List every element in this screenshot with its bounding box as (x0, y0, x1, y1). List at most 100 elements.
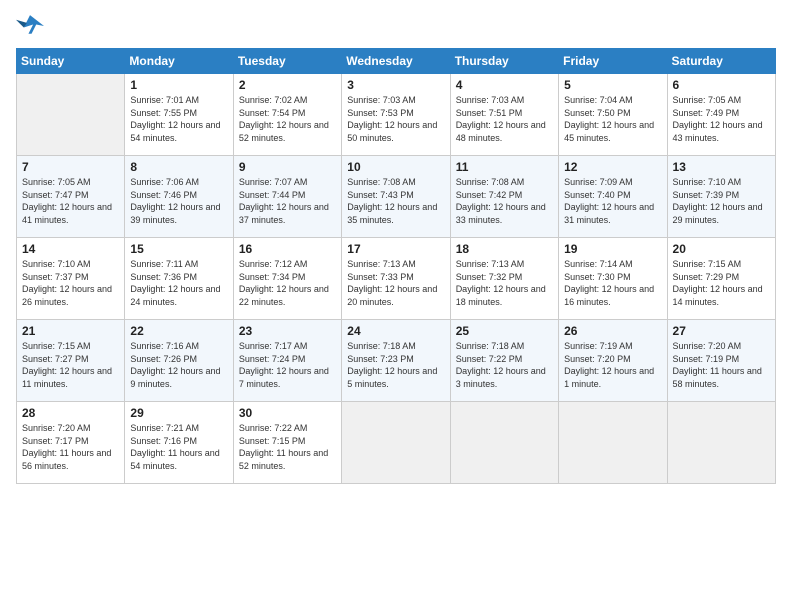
day-info: Sunrise: 7:14 AMSunset: 7:30 PMDaylight:… (564, 258, 661, 308)
weekday-header-row: SundayMondayTuesdayWednesdayThursdayFrid… (17, 49, 776, 74)
day-info: Sunrise: 7:05 AMSunset: 7:49 PMDaylight:… (673, 94, 770, 144)
calendar-cell: 27 Sunrise: 7:20 AMSunset: 7:19 PMDayligh… (667, 320, 775, 402)
day-number: 7 (22, 160, 119, 174)
calendar-cell: 21 Sunrise: 7:15 AMSunset: 7:27 PMDayligh… (17, 320, 125, 402)
calendar-week-row: 7 Sunrise: 7:05 AMSunset: 7:47 PMDaylight… (17, 156, 776, 238)
calendar-cell: 18 Sunrise: 7:13 AMSunset: 7:32 PMDayligh… (450, 238, 558, 320)
day-number: 18 (456, 242, 553, 256)
calendar-cell: 19 Sunrise: 7:14 AMSunset: 7:30 PMDayligh… (559, 238, 667, 320)
weekday-header-tuesday: Tuesday (233, 49, 341, 74)
day-info: Sunrise: 7:19 AMSunset: 7:20 PMDaylight:… (564, 340, 661, 390)
calendar-cell: 10 Sunrise: 7:08 AMSunset: 7:43 PMDayligh… (342, 156, 450, 238)
day-info: Sunrise: 7:13 AMSunset: 7:33 PMDaylight:… (347, 258, 444, 308)
logo (16, 12, 48, 40)
weekday-header-wednesday: Wednesday (342, 49, 450, 74)
day-number: 12 (564, 160, 661, 174)
day-number: 9 (239, 160, 336, 174)
calendar-cell: 15 Sunrise: 7:11 AMSunset: 7:36 PMDayligh… (125, 238, 233, 320)
calendar-cell: 16 Sunrise: 7:12 AMSunset: 7:34 PMDayligh… (233, 238, 341, 320)
calendar-cell (450, 402, 558, 484)
day-number: 19 (564, 242, 661, 256)
weekday-header-monday: Monday (125, 49, 233, 74)
calendar-cell: 29Sunrise: 7:21 AMSunset: 7:16 PMDayligh… (125, 402, 233, 484)
day-number: 13 (673, 160, 770, 174)
day-info: Sunrise: 7:20 AMSunset: 7:17 PMDaylight:… (22, 422, 119, 472)
day-info: Sunrise: 7:03 AMSunset: 7:51 PMDaylight:… (456, 94, 553, 144)
day-info: Sunrise: 7:05 AMSunset: 7:47 PMDaylight:… (22, 176, 119, 226)
page-header (16, 12, 776, 40)
day-info: Sunrise: 7:21 AMSunset: 7:16 PMDaylight:… (130, 422, 227, 472)
weekday-header-sunday: Sunday (17, 49, 125, 74)
calendar-cell: 6Sunrise: 7:05 AMSunset: 7:49 PMDaylight… (667, 74, 775, 156)
day-info: Sunrise: 7:10 AMSunset: 7:39 PMDaylight:… (673, 176, 770, 226)
calendar-page: SundayMondayTuesdayWednesdayThursdayFrid… (0, 0, 792, 612)
calendar-cell: 22 Sunrise: 7:16 AMSunset: 7:26 PMDayligh… (125, 320, 233, 402)
day-info: Sunrise: 7:06 AMSunset: 7:46 PMDaylight:… (130, 176, 227, 226)
day-info: Sunrise: 7:22 AMSunset: 7:15 PMDaylight:… (239, 422, 336, 472)
day-info: Sunrise: 7:07 AMSunset: 7:44 PMDaylight:… (239, 176, 336, 226)
day-info: Sunrise: 7:08 AMSunset: 7:43 PMDaylight:… (347, 176, 444, 226)
day-info: Sunrise: 7:04 AMSunset: 7:50 PMDaylight:… (564, 94, 661, 144)
day-number: 25 (456, 324, 553, 338)
day-number: 14 (22, 242, 119, 256)
calendar-cell: 8 Sunrise: 7:06 AMSunset: 7:46 PMDaylight… (125, 156, 233, 238)
day-number: 21 (22, 324, 119, 338)
day-info: Sunrise: 7:01 AMSunset: 7:55 PMDaylight:… (130, 94, 227, 144)
calendar-cell: 1Sunrise: 7:01 AMSunset: 7:55 PMDaylight… (125, 74, 233, 156)
calendar-cell: 25 Sunrise: 7:18 AMSunset: 7:22 PMDayligh… (450, 320, 558, 402)
calendar-cell: 30 Sunrise: 7:22 AMSunset: 7:15 PMDayligh… (233, 402, 341, 484)
calendar-table: SundayMondayTuesdayWednesdayThursdayFrid… (16, 48, 776, 484)
day-info: Sunrise: 7:17 AMSunset: 7:24 PMDaylight:… (239, 340, 336, 390)
day-number: 3 (347, 78, 444, 92)
calendar-cell: 11 Sunrise: 7:08 AMSunset: 7:42 PMDayligh… (450, 156, 558, 238)
day-info: Sunrise: 7:12 AMSunset: 7:34 PMDaylight:… (239, 258, 336, 308)
day-number: 27 (673, 324, 770, 338)
day-info: Sunrise: 7:20 AMSunset: 7:19 PMDaylight:… (673, 340, 770, 390)
day-info: Sunrise: 7:18 AMSunset: 7:22 PMDaylight:… (456, 340, 553, 390)
calendar-cell: 17 Sunrise: 7:13 AMSunset: 7:33 PMDayligh… (342, 238, 450, 320)
day-number: 10 (347, 160, 444, 174)
calendar-cell: 9 Sunrise: 7:07 AMSunset: 7:44 PMDaylight… (233, 156, 341, 238)
day-number: 2 (239, 78, 336, 92)
calendar-cell: 23Sunrise: 7:17 AMSunset: 7:24 PMDayligh… (233, 320, 341, 402)
calendar-cell: 24 Sunrise: 7:18 AMSunset: 7:23 PMDayligh… (342, 320, 450, 402)
calendar-cell: 5 Sunrise: 7:04 AMSunset: 7:50 PMDaylight… (559, 74, 667, 156)
day-info: Sunrise: 7:08 AMSunset: 7:42 PMDaylight:… (456, 176, 553, 226)
day-number: 4 (456, 78, 553, 92)
day-number: 16 (239, 242, 336, 256)
day-number: 22 (130, 324, 227, 338)
calendar-cell: 12 Sunrise: 7:09 AMSunset: 7:40 PMDayligh… (559, 156, 667, 238)
calendar-cell: 7 Sunrise: 7:05 AMSunset: 7:47 PMDaylight… (17, 156, 125, 238)
calendar-cell: 28 Sunrise: 7:20 AMSunset: 7:17 PMDayligh… (17, 402, 125, 484)
calendar-week-row: 21 Sunrise: 7:15 AMSunset: 7:27 PMDayligh… (17, 320, 776, 402)
calendar-cell (342, 402, 450, 484)
calendar-cell (17, 74, 125, 156)
calendar-cell: 2 Sunrise: 7:02 AMSunset: 7:54 PMDaylight… (233, 74, 341, 156)
day-info: Sunrise: 7:13 AMSunset: 7:32 PMDaylight:… (456, 258, 553, 308)
day-info: Sunrise: 7:16 AMSunset: 7:26 PMDaylight:… (130, 340, 227, 390)
day-number: 11 (456, 160, 553, 174)
day-number: 28 (22, 406, 119, 420)
day-info: Sunrise: 7:11 AMSunset: 7:36 PMDaylight:… (130, 258, 227, 308)
day-info: Sunrise: 7:10 AMSunset: 7:37 PMDaylight:… (22, 258, 119, 308)
day-number: 26 (564, 324, 661, 338)
calendar-cell: 4 Sunrise: 7:03 AMSunset: 7:51 PMDaylight… (450, 74, 558, 156)
day-number: 17 (347, 242, 444, 256)
day-info: Sunrise: 7:03 AMSunset: 7:53 PMDaylight:… (347, 94, 444, 144)
day-number: 15 (130, 242, 227, 256)
day-info: Sunrise: 7:18 AMSunset: 7:23 PMDaylight:… (347, 340, 444, 390)
day-info: Sunrise: 7:09 AMSunset: 7:40 PMDaylight:… (564, 176, 661, 226)
calendar-cell: 13 Sunrise: 7:10 AMSunset: 7:39 PMDayligh… (667, 156, 775, 238)
calendar-week-row: 1Sunrise: 7:01 AMSunset: 7:55 PMDaylight… (17, 74, 776, 156)
day-number: 5 (564, 78, 661, 92)
calendar-cell (667, 402, 775, 484)
weekday-header-saturday: Saturday (667, 49, 775, 74)
day-number: 24 (347, 324, 444, 338)
weekday-header-friday: Friday (559, 49, 667, 74)
logo-bird-icon (16, 12, 44, 40)
day-number: 8 (130, 160, 227, 174)
day-info: Sunrise: 7:15 AMSunset: 7:27 PMDaylight:… (22, 340, 119, 390)
day-number: 30 (239, 406, 336, 420)
day-info: Sunrise: 7:02 AMSunset: 7:54 PMDaylight:… (239, 94, 336, 144)
calendar-cell: 14 Sunrise: 7:10 AMSunset: 7:37 PMDayligh… (17, 238, 125, 320)
